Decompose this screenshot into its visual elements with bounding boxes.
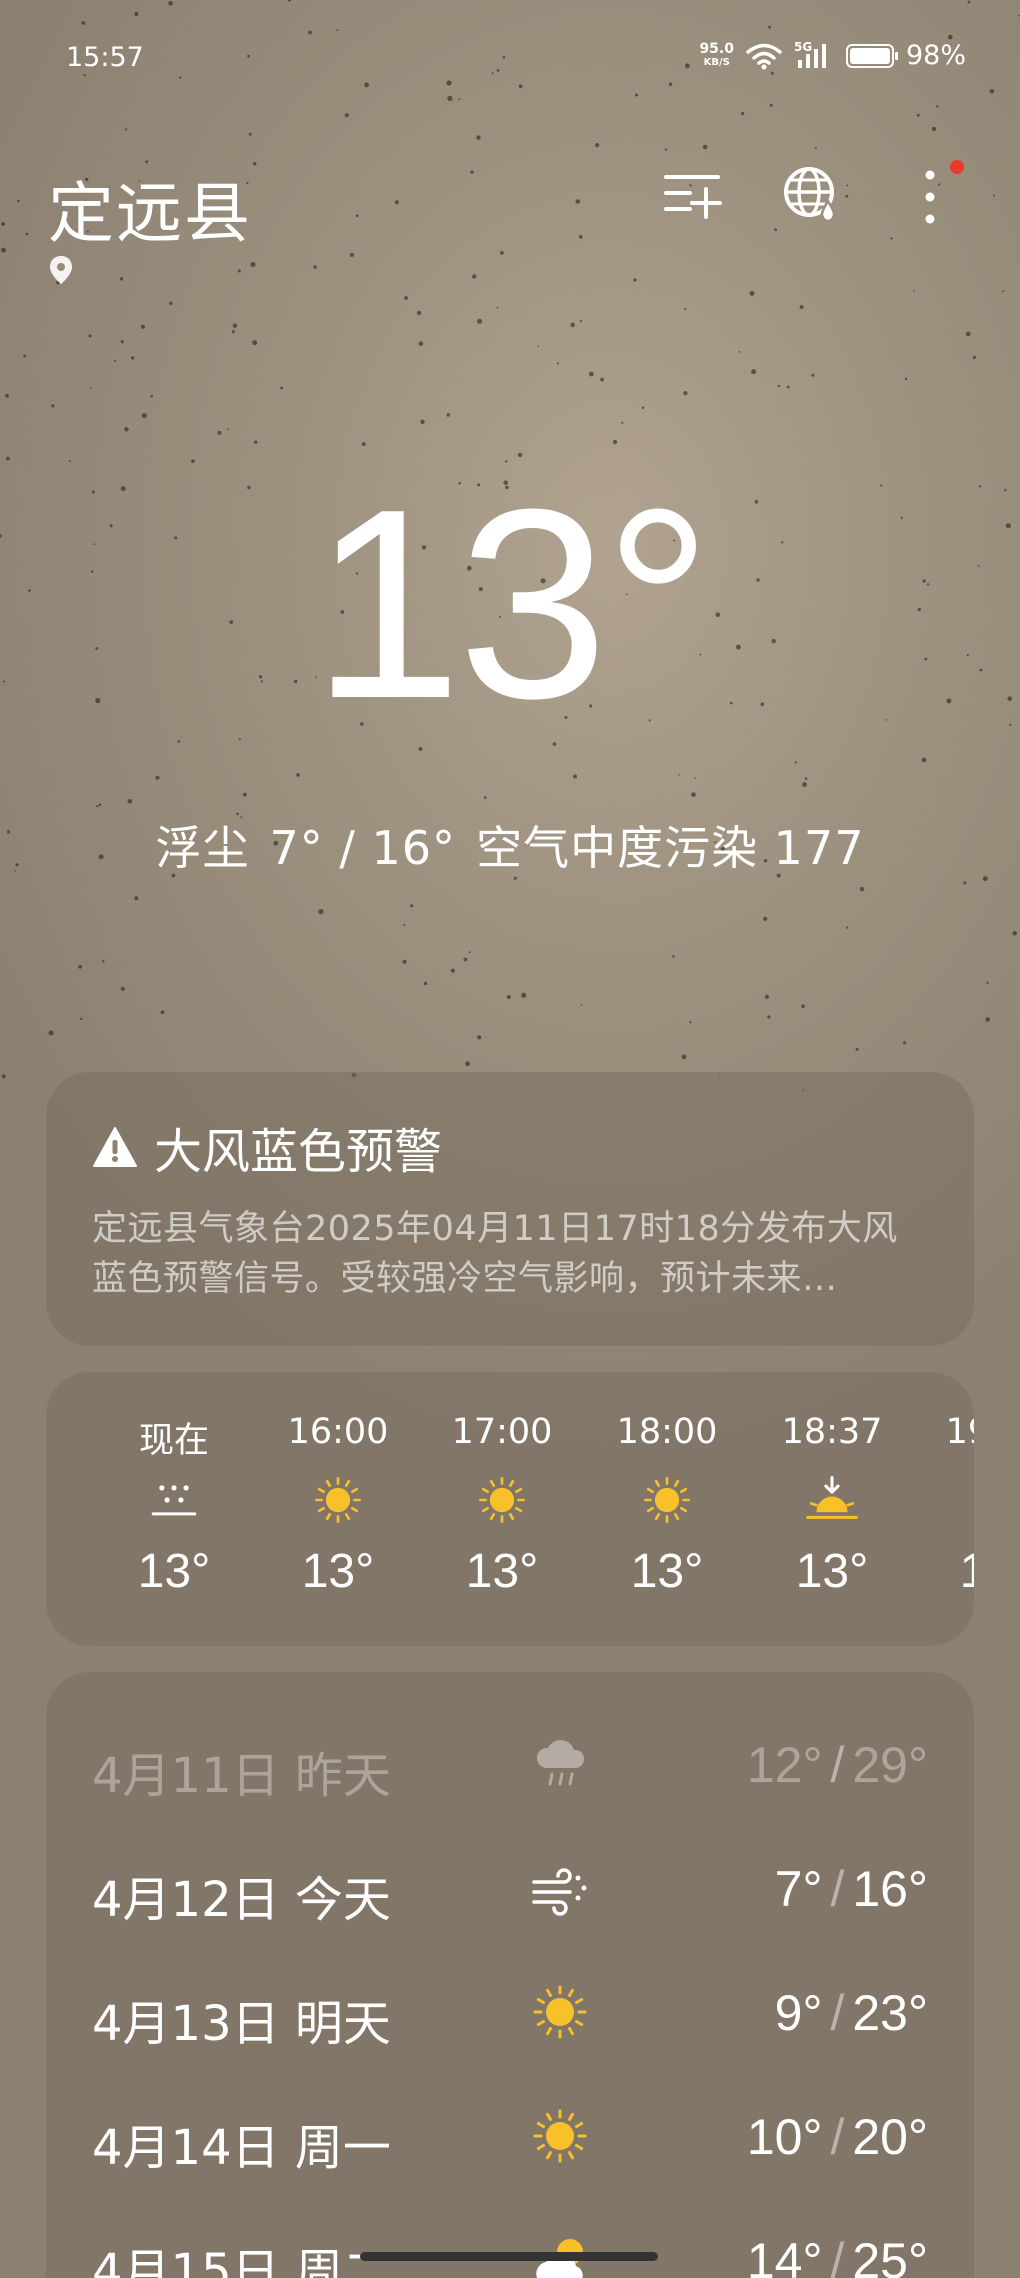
sun-icon xyxy=(476,1474,528,1526)
daily-label: 今天 xyxy=(294,1872,391,1928)
daily-row[interactable]: 4月15日 周二 14°/25° xyxy=(46,2220,974,2278)
wind-icon xyxy=(530,1858,590,1918)
alert-title: 大风蓝色预警 xyxy=(154,1124,443,1180)
city-name[interactable]: 定远县 xyxy=(48,160,252,256)
notification-dot xyxy=(950,160,964,174)
hourly-temp: 13° xyxy=(795,1545,869,1598)
sun-icon xyxy=(641,1474,693,1526)
current-summary[interactable]: 浮尘 7° / 16° 空气中度污染 177 xyxy=(0,812,1020,878)
globe-weather-icon[interactable] xyxy=(782,165,842,225)
hourly-temp: 13° xyxy=(630,1545,704,1598)
daily-row[interactable]: 4月14日 周一 10°/20° xyxy=(46,2096,974,2176)
battery-level: 98% xyxy=(905,40,966,71)
daily-range: 9°/23° xyxy=(775,1984,928,2042)
daily-low: 14° xyxy=(746,2233,823,2278)
battery-icon xyxy=(845,43,898,68)
wifi-icon xyxy=(746,43,782,69)
home-indicator[interactable] xyxy=(360,2252,658,2261)
daily-row[interactable]: 4月13日 明天 9°/23° xyxy=(46,1972,974,2052)
network-speed: 95.0 KB/S xyxy=(699,40,734,68)
hourly-temp: 13° xyxy=(301,1545,375,1598)
daily-high: 29° xyxy=(852,1737,928,1793)
daily-range: 14°/25° xyxy=(747,2232,928,2278)
daily-date: 4月12日 今天 xyxy=(92,1872,391,1928)
range-separator: / xyxy=(830,1861,845,1917)
air-quality[interactable]: 空气中度污染 177 xyxy=(476,821,864,875)
daily-date: 4月15日 周二 xyxy=(92,2232,391,2278)
current-temperature: 13° xyxy=(311,454,712,755)
dust-icon xyxy=(148,1474,200,1526)
hourly-temp: 13° xyxy=(465,1545,539,1598)
daily-high: 20° xyxy=(852,2109,928,2165)
sun-icon xyxy=(530,2106,590,2166)
hourly-time: 16:00 xyxy=(287,1412,389,1452)
daily-low: 7° xyxy=(774,1861,823,1917)
daily-date: 4月14日 周一 xyxy=(92,2120,391,2176)
hourly-time: 19:00 xyxy=(945,1412,974,1452)
range-separator: / xyxy=(830,2109,845,2165)
daily-low: 9° xyxy=(774,1985,823,2041)
daily-low: 12° xyxy=(746,1737,823,1793)
hourly-forecast-card[interactable]: 现在 13° 16:00 13° 17:00 13° 18:00 13° 18:37 13° 19:… xyxy=(46,1372,974,1646)
daily-low: 10° xyxy=(746,2109,823,2165)
location-pin-icon xyxy=(50,256,72,284)
daily-high: 25° xyxy=(852,2233,928,2278)
daily-range: 10°/20° xyxy=(747,2108,928,2166)
hourly-time: 17:00 xyxy=(451,1412,553,1452)
manage-cities-icon[interactable] xyxy=(662,165,722,225)
range-separator: / xyxy=(830,1985,845,2041)
status-time: 15:57 xyxy=(66,42,144,73)
warning-icon xyxy=(93,1127,137,1167)
hourly-time: 18:00 xyxy=(616,1412,718,1452)
daily-label: 明天 xyxy=(294,1996,391,2052)
weather-alert-card[interactable]: 大风蓝色预警 定远县气象台2025年04月11日17时18分发布大风蓝色预警信号… xyxy=(46,1072,974,1346)
daily-date: 4月13日 明天 xyxy=(92,1996,391,2052)
daily-label: 周一 xyxy=(294,2120,391,2176)
current-condition: 浮尘 xyxy=(155,821,250,875)
daily-range: 7°/16° xyxy=(775,1860,928,1918)
daily-high: 16° xyxy=(852,1861,928,1917)
daily-date: 4月11日 昨天 xyxy=(92,1748,391,1804)
alert-body: 定远县气象台2025年04月11日17时18分发布大风蓝色预警信号。受较强冷空气… xyxy=(92,1209,898,1299)
hourly-temp: 13° xyxy=(959,1545,974,1598)
hourly-temp: 13° xyxy=(137,1545,211,1598)
daily-range: 12°/29° xyxy=(747,1736,928,1794)
daily-forecast-card[interactable]: 4月11日 昨天 12°/29° 4月12日 今天 7°/16° 4月13日 明天 9° /… xyxy=(46,1672,974,2278)
range-separator: / xyxy=(830,1737,845,1793)
hourly-time: 现在 xyxy=(138,1421,209,1461)
current-range: 7° / 16° xyxy=(269,821,457,875)
status-bar: 15:57 95.0 KB/S 5G 98% xyxy=(0,40,1020,80)
daily-row[interactable]: 4月12日 今天 7°/16° xyxy=(46,1848,974,1928)
moon-icon xyxy=(970,1474,974,1526)
sunset-icon xyxy=(806,1474,858,1526)
daily-high: 23° xyxy=(852,1985,928,2041)
daily-label: 昨天 xyxy=(294,1748,391,1804)
range-separator: / xyxy=(830,2233,845,2278)
cloud-rain-icon xyxy=(530,1734,590,1794)
hourly-time: 18:37 xyxy=(781,1412,883,1452)
sun-icon xyxy=(530,1982,590,2042)
daily-label: 周二 xyxy=(294,2244,391,2278)
sun-icon xyxy=(312,1474,364,1526)
more-menu-icon[interactable] xyxy=(910,160,964,225)
cell-signal-icon: 5G xyxy=(794,40,834,70)
daily-row[interactable]: 4月11日 昨天 12°/29° xyxy=(46,1724,974,1804)
